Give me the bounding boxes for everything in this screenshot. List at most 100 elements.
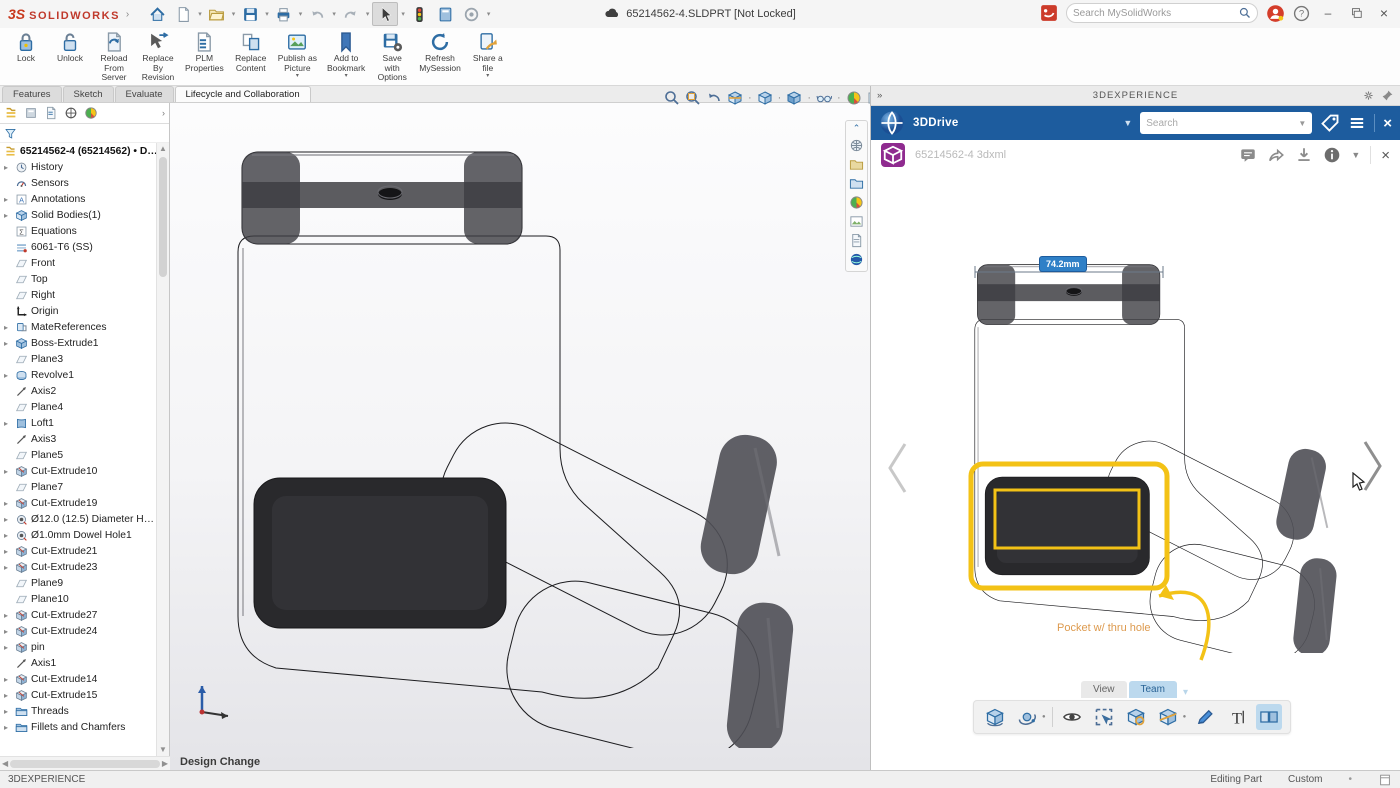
expand-arrow[interactable]: ▸ [4,627,12,636]
options-button[interactable] [460,3,484,25]
appearances-taskpane-icon[interactable] [849,195,864,210]
zoom-fit-icon[interactable] [664,90,680,106]
tree-item[interactable]: ▸Threads [0,703,158,719]
section-tool-button[interactable] [1155,704,1181,730]
tree-item[interactable]: ▸Cut-Extrude15 [0,687,158,703]
tabs-chevron-icon[interactable]: ▾ [1183,687,1188,698]
search-chevron-icon[interactable]: ▼ [1298,119,1306,128]
dropdown-caret[interactable]: ▾ [265,10,269,18]
tree-item[interactable]: Axis1 [0,655,158,671]
dropdown-dot[interactable]: · [807,92,811,104]
expand-arrow[interactable]: ▸ [4,195,12,204]
file-properties-button[interactable] [434,3,458,25]
help-icon[interactable]: ? [1293,5,1310,22]
download-icon[interactable] [1295,146,1313,164]
dropdown-caret[interactable]: ▾ [366,10,370,18]
tree-item[interactable]: ▸Ø12.0 (12.5) Diameter Hole1 [0,511,158,527]
scroll-thumb[interactable] [159,157,167,277]
user-avatar[interactable] [1266,4,1285,23]
display-style-icon[interactable] [786,90,802,106]
refresh-button[interactable]: Refresh MySession [414,28,466,73]
displaymanager-tab[interactable] [84,106,98,120]
dropdown-caret[interactable]: ▾ [232,10,236,18]
dropdown-caret[interactable]: ▾ [345,74,348,79]
dropdown-dot[interactable]: · [837,92,841,104]
scroll-down-arrow[interactable]: ▼ [157,744,169,756]
zoom-area-icon[interactable] [685,90,701,106]
dimxpertmanager-tab[interactable] [64,106,78,120]
tab-team[interactable]: Team [1129,681,1177,698]
rebuild-button[interactable] [408,3,432,25]
dropdown-dot[interactable]: ● [1183,714,1187,720]
search-mysolidworks-input[interactable]: Search MySolidWorks [1066,3,1258,23]
replace-button[interactable]: Replace Content [229,28,273,73]
status-sheet-icon[interactable] [1378,773,1392,787]
hscroll-thumb[interactable] [10,760,160,768]
tree-item[interactable]: Top [0,271,158,287]
tab-sketch[interactable]: Sketch [63,86,114,102]
tree-item[interactable]: ▸Cut-Extrude23 [0,559,158,575]
taskpane-collapse-icon[interactable]: ⌃ [853,123,861,134]
expand-arrow[interactable]: ▸ [4,707,12,716]
expand-arrow[interactable]: ▸ [4,563,12,572]
expand-arrow[interactable]: ▸ [4,643,12,652]
3d-preview-area[interactable]: 74.2mm Pocket w/ thru hole [871,170,1400,668]
tree-item[interactable]: ▸Cut-Extrude21 [0,543,158,559]
3dexperience-taskpane-icon[interactable] [849,252,864,267]
propertymanager-tab[interactable] [24,106,38,120]
expand-arrow[interactable]: ▸ [4,723,12,732]
dropdown-caret[interactable]: ▾ [296,74,299,79]
tree-item[interactable]: 6061-T6 (SS) [0,239,158,255]
add-to-button[interactable]: Add to Bookmark▾ [322,28,370,79]
tree-item[interactable]: ▸Loft1 [0,415,158,431]
tree-item[interactable]: ▸MateReferences [0,319,158,335]
tree-item[interactable]: ▸Boss-Extrude1 [0,335,158,351]
tree-item[interactable]: Plane10 [0,591,158,607]
tree-item[interactable]: ▸Fillets and Chamfers [0,719,158,735]
open-button[interactable] [205,3,229,25]
dropdown-caret[interactable]: ▾ [198,10,202,18]
resources-taskpane-icon[interactable] [849,138,864,153]
item-chevron-icon[interactable]: ▼ [1351,150,1360,160]
expand-arrow[interactable]: ▸ [4,419,12,428]
select-cursor-button[interactable] [372,2,398,26]
previous-view-icon[interactable] [706,90,722,106]
tag-icon[interactable] [1320,113,1340,133]
3ds-compass-icon[interactable] [879,110,905,136]
menu-expander[interactable]: › [126,9,129,20]
comment-icon[interactable] [1239,146,1257,164]
unlock-button[interactable]: Unlock [48,28,92,64]
tree-item[interactable]: Plane7 [0,479,158,495]
rotate-tool-button[interactable] [982,704,1008,730]
search-icon[interactable] [1239,7,1251,19]
measure-tool-button[interactable] [1123,704,1149,730]
units-selector[interactable]: Custom [1288,774,1322,785]
reload-button[interactable]: Reload From Server [92,28,136,83]
fm-tabs-expand[interactable]: › [162,108,165,118]
expand-arrow[interactable]: ▸ [4,371,12,380]
share-a-button[interactable]: Share a file▾ [466,28,510,79]
undo-button[interactable] [305,3,329,25]
tree-item[interactable]: ▸Solid Bodies(1) [0,207,158,223]
redo-button[interactable] [339,3,363,25]
save-button[interactable] [238,3,262,25]
tree-item[interactable]: ▸History [0,159,158,175]
panel-collapse-glyph[interactable]: » [877,90,882,101]
tab-lifecycle-and-collaboration[interactable]: Lifecycle and Collaboration [175,86,311,102]
dropdown-dot[interactable]: ● [1042,714,1046,720]
tree-item[interactable]: ΣEquations [0,223,158,239]
print-button[interactable] [272,3,296,25]
dropdown-caret[interactable]: ▾ [486,74,489,79]
restore-button[interactable] [1346,6,1366,20]
tree-item[interactable]: Plane3 [0,351,158,367]
tree-item[interactable]: Plane5 [0,447,158,463]
gear-icon[interactable] [1362,89,1375,102]
design-library-taskpane-icon[interactable] [849,157,864,172]
markup-pen-tool-button[interactable] [1192,704,1218,730]
tree-item[interactable]: ▸Ø1.0mm Dowel Hole1 [0,527,158,543]
expand-arrow[interactable]: ▸ [4,675,12,684]
app-chevron-icon[interactable]: ▼ [1123,118,1132,128]
tree-item[interactable]: Sensors [0,175,158,191]
expand-arrow[interactable]: ▸ [4,611,12,620]
minimize-button[interactable]: – [1318,6,1338,20]
